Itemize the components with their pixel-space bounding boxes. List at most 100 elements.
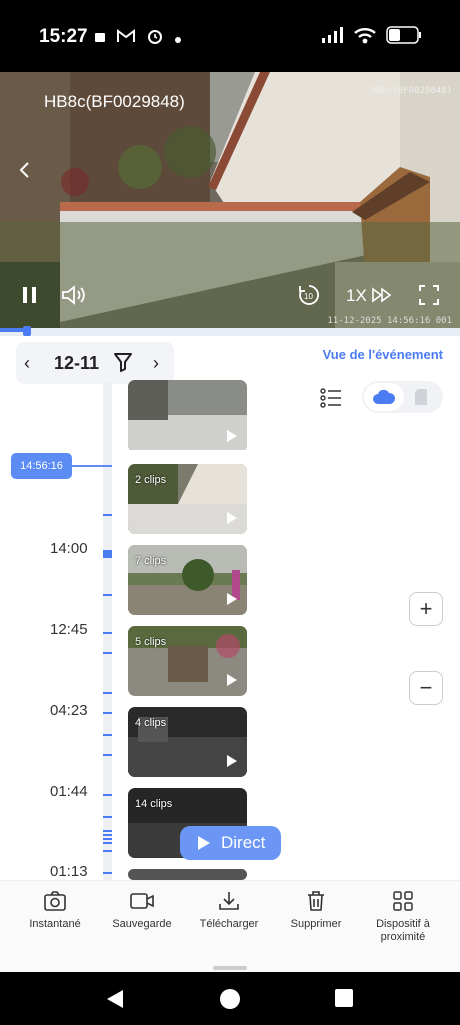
current-date[interactable]: 12-11 — [54, 353, 99, 374]
clip-count: 5 clips — [135, 636, 167, 648]
drag-handle[interactable] — [213, 966, 247, 970]
notification-icon — [95, 30, 105, 48]
svg-text:10: 10 — [304, 292, 313, 301]
prev-date-button[interactable]: ‹ — [24, 353, 30, 374]
timeline-label: 01:44 — [50, 783, 88, 800]
camera-title: HB8c(BF0029848) — [44, 92, 185, 111]
signal-icon — [322, 27, 344, 48]
clip-thumbnail[interactable]: 2 clips — [128, 464, 247, 534]
clip-count: 14 clips — [135, 798, 173, 810]
timeline-event-tick — [103, 842, 112, 844]
speed-label: 1X — [346, 286, 367, 305]
timeline-event-tick — [103, 632, 112, 634]
timeline-label: 04:23 — [50, 702, 88, 719]
speed-button[interactable]: 1X — [346, 286, 393, 306]
event-view-link[interactable]: Vue de l'événement — [323, 347, 443, 362]
back-nav-icon[interactable] — [106, 989, 124, 1014]
current-time-badge: 14:56:16 — [11, 453, 72, 479]
current-time-line — [72, 465, 112, 467]
zoom-in-button[interactable]: + — [409, 592, 443, 626]
back-button[interactable] — [18, 162, 30, 183]
grid-icon — [393, 891, 413, 911]
timeline-event-tick — [103, 554, 112, 558]
clip-count: 7 clips — [135, 555, 167, 567]
timeline-event-tick — [103, 594, 112, 596]
progress-fill — [0, 328, 23, 332]
live-button[interactable]: Direct — [180, 826, 281, 860]
camera-icon — [44, 891, 66, 911]
dot-icon — [175, 30, 181, 48]
volume-icon[interactable] — [61, 285, 87, 310]
download-icon — [219, 892, 239, 910]
timeline-event-tick — [103, 830, 112, 832]
snapshot-button[interactable]: Instantané — [13, 891, 97, 930]
play-icon — [198, 836, 210, 850]
play-icon — [227, 755, 237, 767]
timeline-label: 12:45 — [50, 621, 88, 638]
timeline-event-tick — [103, 850, 112, 852]
wifi-icon — [354, 27, 376, 49]
clip-thumbnail[interactable]: 5 clips — [128, 626, 247, 696]
download-label: Télécharger — [199, 918, 259, 930]
playback-progress[interactable] — [0, 326, 460, 336]
gmail-icon — [117, 29, 135, 48]
zoom-out-button[interactable]: − — [409, 671, 443, 705]
record-button[interactable]: Sauvegarde — [100, 891, 184, 930]
timeline-label: 14:00 — [50, 540, 88, 557]
timeline-event-tick — [103, 816, 112, 818]
timeline-event-tick — [103, 652, 112, 654]
delete-button[interactable]: Supprimer — [274, 891, 358, 930]
replay-10-icon[interactable]: 10 — [297, 283, 321, 312]
nearby-device-button[interactable]: Dispositif à proximité — [361, 891, 445, 944]
nearby-label-line1: Dispositif à — [376, 918, 430, 930]
sd-card-icon — [415, 389, 427, 405]
trash-icon — [308, 891, 324, 911]
timeline-event-tick — [103, 872, 112, 874]
timeline-label: 01:13 — [50, 863, 88, 880]
date-navigator: ‹ 12-11 › — [16, 342, 174, 384]
video-record-icon — [130, 893, 154, 909]
clip-count: 2 clips — [135, 474, 167, 486]
delete-label: Supprimer — [290, 918, 342, 930]
video-player[interactable]: HB8c(BF0029848) HB8c(BF0029848) 11-12-20… — [0, 72, 460, 330]
overlay-timestamp: 11-12-2025 14:56:16 001 — [327, 316, 452, 326]
overlay-camera-id: HB8c(BF0029848) — [370, 86, 452, 96]
cloud-storage-option[interactable] — [364, 383, 404, 411]
filter-icon[interactable] — [114, 352, 132, 377]
clip-count: 4 clips — [135, 717, 167, 729]
pause-button[interactable] — [22, 286, 38, 309]
next-date-button[interactable]: › — [153, 353, 159, 374]
fast-forward-icon — [372, 287, 392, 303]
timeline-event-tick — [103, 754, 112, 756]
battery-icon — [386, 26, 422, 49]
live-button-label: Direct — [221, 833, 266, 852]
record-label: Sauvegarde — [112, 918, 172, 930]
alarm-icon — [147, 28, 163, 49]
clip-thumbnail[interactable]: 7 clips — [128, 545, 247, 615]
bottom-toolbar: Instantané Sauvegarde Télécharger Suppri… — [0, 880, 460, 972]
clip-thumbnail[interactable] — [128, 869, 247, 880]
timeline-event-tick — [103, 712, 112, 714]
timeline-event-tick — [103, 838, 112, 840]
sd-card-option[interactable] — [414, 388, 428, 411]
home-nav-icon[interactable] — [219, 988, 241, 1015]
progress-knob[interactable] — [23, 326, 31, 336]
play-icon — [227, 593, 237, 605]
cloud-icon — [373, 389, 396, 404]
status-bar: 15:27 — [0, 0, 460, 72]
timeline-event-tick — [103, 514, 112, 516]
recents-nav-icon[interactable] — [335, 989, 353, 1012]
status-time: 15:27 — [39, 26, 88, 47]
clip-thumbnail[interactable]: 4 clips — [128, 707, 247, 777]
download-button[interactable]: Télécharger — [187, 891, 271, 930]
timeline-event-tick — [103, 692, 112, 694]
list-view-icon[interactable] — [320, 388, 342, 413]
clip-thumbnail[interactable] — [128, 380, 247, 452]
timeline-event-tick — [103, 794, 112, 796]
snapshot-label: Instantané — [29, 918, 81, 930]
storage-toggle[interactable] — [362, 381, 443, 413]
timeline-event-tick — [103, 834, 112, 836]
play-icon — [227, 430, 237, 442]
nearby-label-line2: proximité — [380, 931, 426, 943]
fullscreen-icon[interactable] — [419, 285, 439, 310]
